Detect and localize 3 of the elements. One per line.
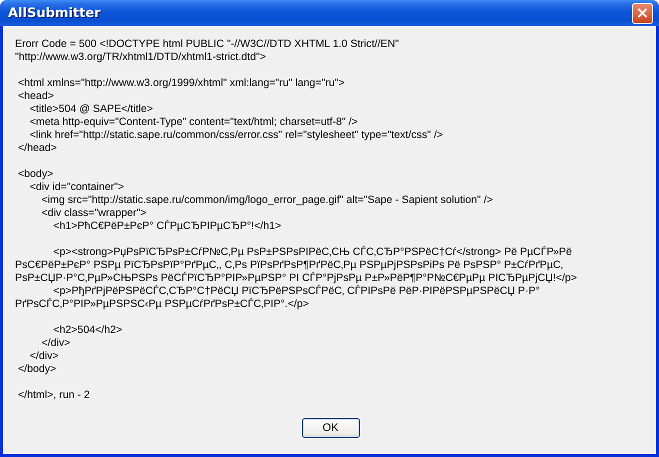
ok-button[interactable]: OK <box>302 418 360 438</box>
window-title: AllSubmitter <box>7 6 101 20</box>
message-text: Erorr Code = 500 <!DOCTYPE html PUBLIC "-//W3C//DTD XHTML 1.0 Strict//EN" "http://www.w3.org/TR/xhtml1/DTD/xhtml1-strict.dtd"> <html xmlns="http://www.w3.org/1999/xhtml" xml:lang="ru" lang="ru"> <head> <title>504 @ SAPE</title> <meta http-equiv="Content-Type" content="text/html; charset=utf-8" /> <link href="http://static.sape.ru/common/css/error.css" rel="stylesheet" type="text/css" /> </head> <body> <div id="container"> <img src="http://static.sape.ru/common/img/logo_error_page.gif" alt="Sape - Sapient solution" /> <div class="wrapper"> <h1>РћС€РёР±РєР° СЃРµСЂРІРµСЂР°!</h1> <p><strong>РџРѕРїСЂРѕР±СѓР№С‚Рµ РѕР±РЅРѕРІРёС‚СЊ СЃС‚СЂР°РЅРёС†Сѓ</strong> Рё РµСЃР»Рё РѕС€РёР±РєР° РЅРµ РїСЂРѕРїР°РґРµС‚, С‚Рѕ РїРѕРґРѕР¶РґРёС‚Рµ РЅРµРјРЅРѕРіРѕ Рё РѕРЅР° Р±СѓРґРµС‚ РѕР±СЏР·Р°С‚РµР»СЊРЅРѕ РёСЃРїСЂР°РІР»РµРЅР° РІ СЃР°РјРѕРµ Р±Р»РёР¶Р°Р№С€РµРµ РІСЂРµРјСЏ!</p> <p>РђРґРјРёРЅРёСЃС‚СЂР°С†РёСЏ РїСЂРёРЅРѕСЃРёС‚ СЃРІРѕРё РёР·РІРёРЅРµРЅРёСЏ Р·Р° РґРѕСЃС‚Р°РІР»РµРЅРЅС‹Рµ РЅРµСѓРґРѕР±СЃС‚РІР°.</p> <h2>504</h2> </div> </div> </body> </html>, run - 2 <box>15 38 578 403</box>
